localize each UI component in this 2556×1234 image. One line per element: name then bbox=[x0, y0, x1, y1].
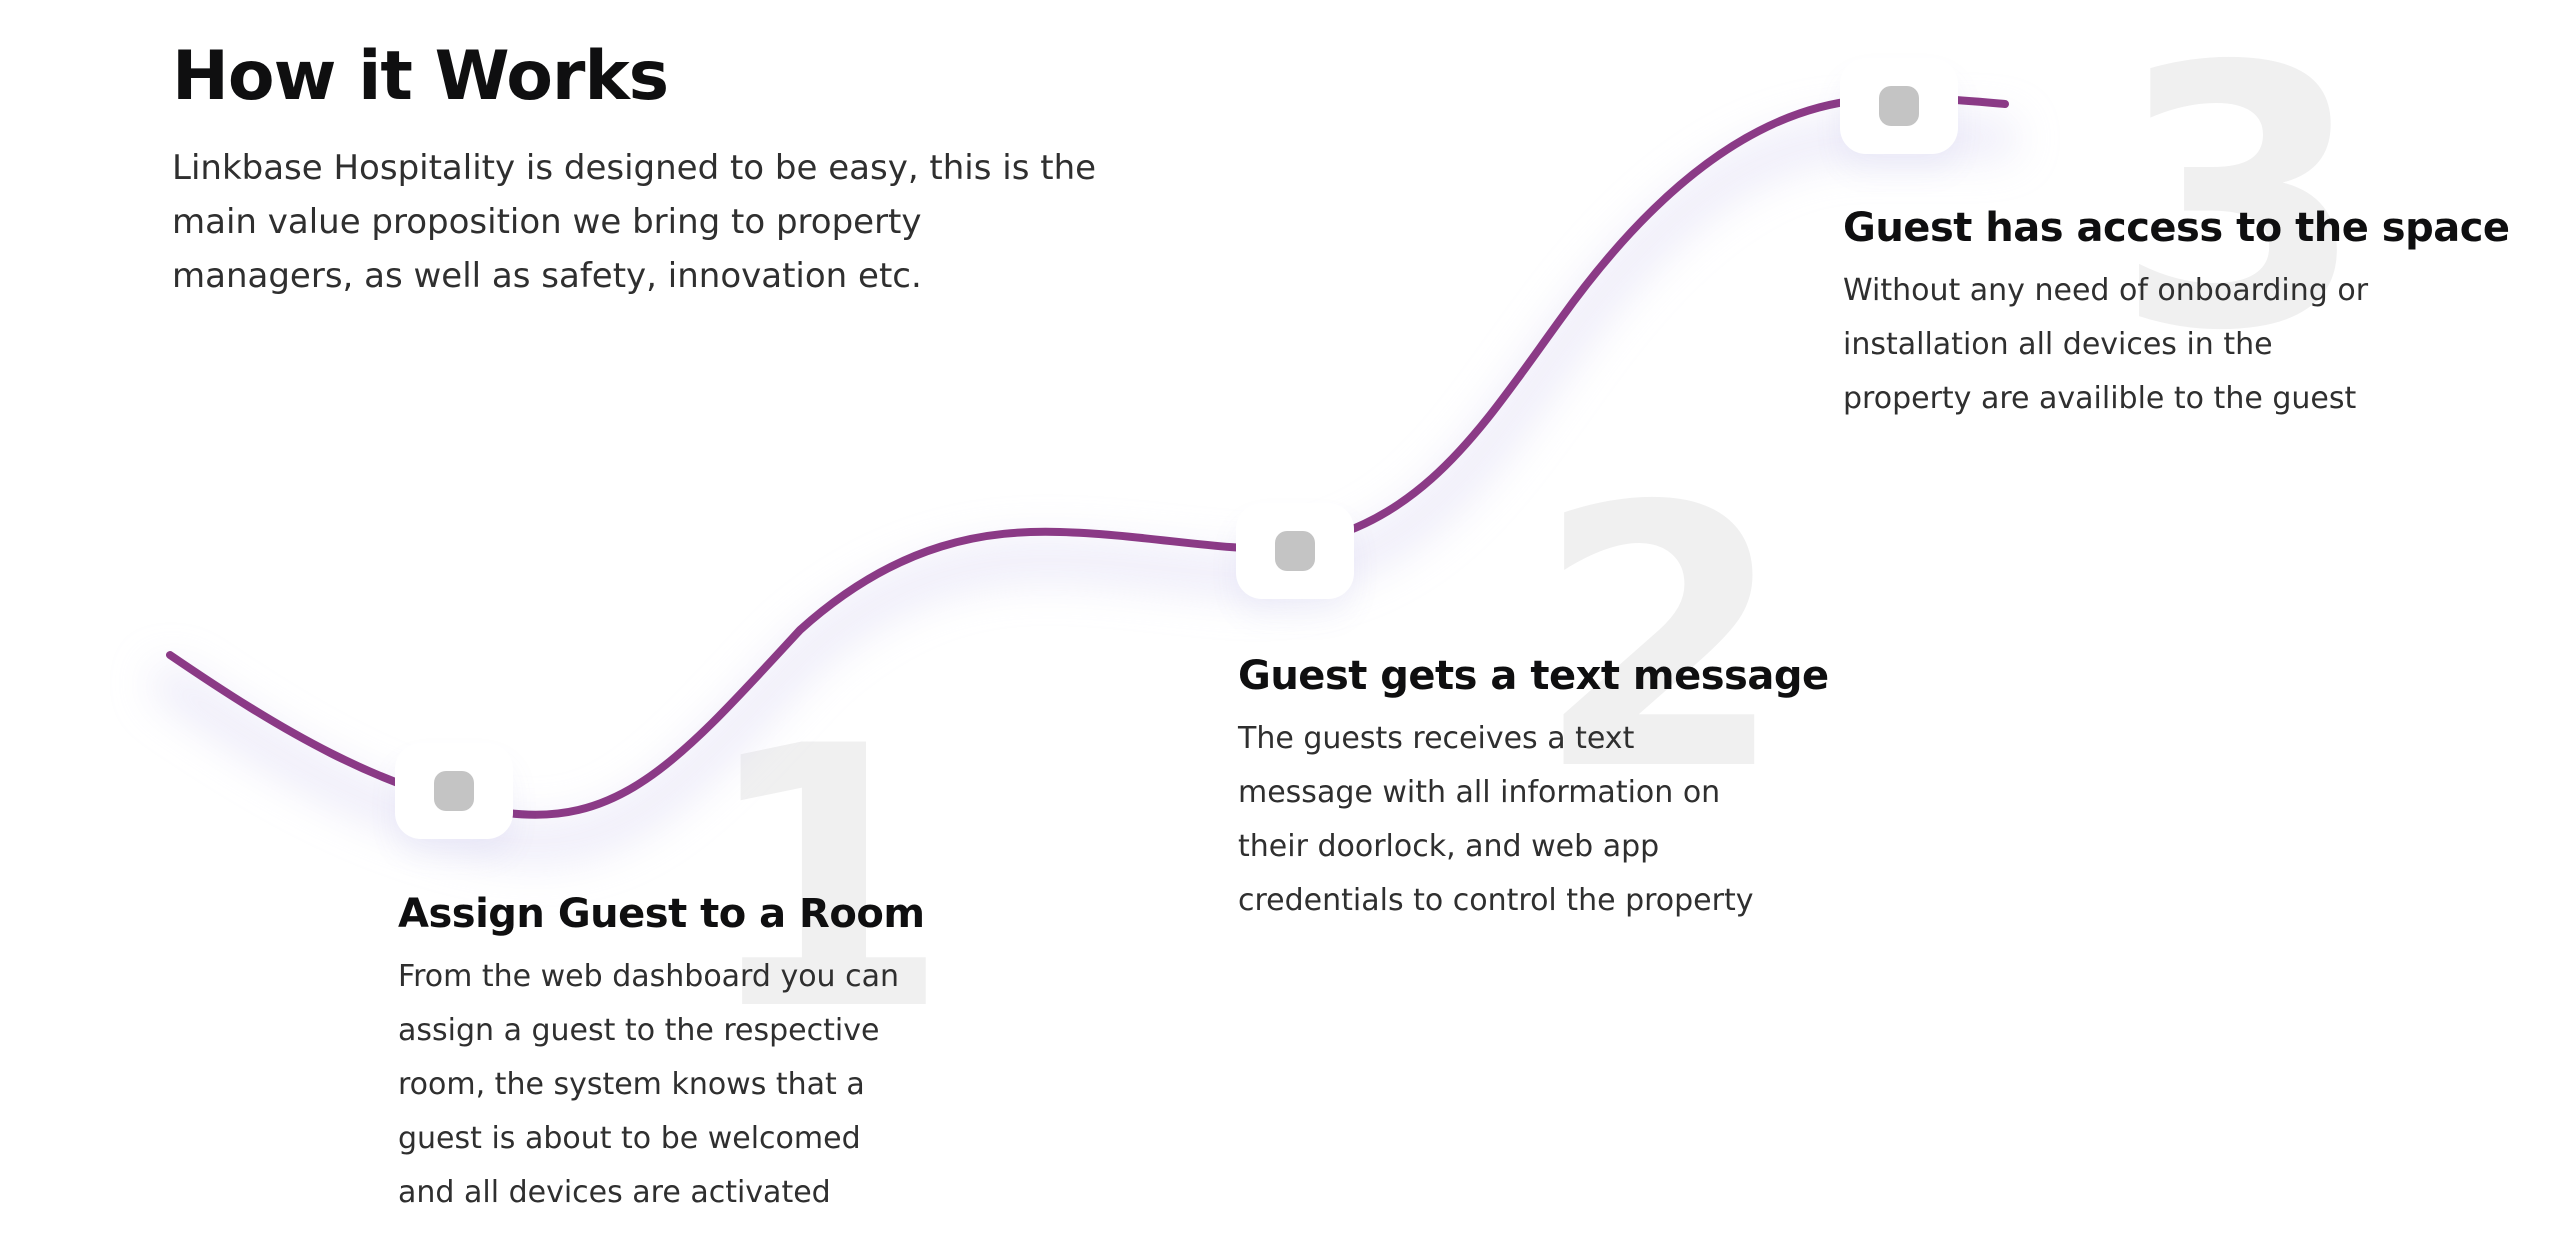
step-3-title: Guest has access to the space bbox=[1843, 205, 2510, 251]
step-1: Assign Guest to a Room From the web dash… bbox=[398, 890, 925, 1220]
step-1-marker bbox=[395, 743, 513, 839]
step-1-title: Assign Guest to a Room bbox=[398, 891, 925, 937]
step-3-description: Without any need of onboarding or instal… bbox=[1843, 273, 2369, 416]
step-3: Guest has access to the space Without an… bbox=[1843, 204, 2510, 426]
step-3-dot bbox=[1879, 86, 1919, 126]
step-3-marker bbox=[1840, 58, 1958, 154]
step-1-dot bbox=[434, 771, 474, 811]
journey-curve bbox=[153, 94, 2017, 860]
step-2: Guest gets a text message The guests rec… bbox=[1238, 652, 1829, 928]
step-2-title: Guest gets a text message bbox=[1238, 653, 1829, 699]
step-1-description: From the web dashboard you can assign a … bbox=[398, 959, 899, 1210]
step-2-marker bbox=[1236, 503, 1354, 599]
step-2-dot bbox=[1275, 531, 1315, 571]
step-2-description: The guests receives a text message with … bbox=[1238, 721, 1754, 918]
